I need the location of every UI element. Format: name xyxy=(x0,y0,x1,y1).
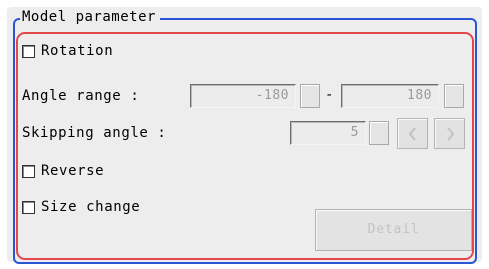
detail-button[interactable]: Detail xyxy=(315,209,472,251)
angle-range-max-spin-button[interactable] xyxy=(444,84,464,108)
angle-range-min-input[interactable]: -180 xyxy=(190,84,296,108)
groupbox-title: Model parameter xyxy=(20,8,160,26)
angle-range-max-input[interactable]: 180 xyxy=(341,84,439,108)
rotation-label: Rotation xyxy=(41,43,114,59)
rotation-checkbox[interactable] xyxy=(22,45,35,58)
skipping-angle-input[interactable]: 5 xyxy=(290,121,366,145)
size-change-label: Size change xyxy=(41,199,141,215)
chevron-left-icon xyxy=(408,127,416,141)
reverse-checkbox[interactable] xyxy=(22,165,35,178)
skipping-angle-spin-button[interactable] xyxy=(369,121,389,145)
reverse-label: Reverse xyxy=(41,163,105,179)
skipping-angle-label: Skipping angle : xyxy=(22,125,167,141)
chevron-right-icon xyxy=(447,127,455,141)
skipping-angle-prev-button[interactable] xyxy=(397,118,428,149)
size-change-checkbox[interactable] xyxy=(22,201,35,214)
angle-range-separator: - xyxy=(325,87,334,103)
angle-range-label: Angle range : xyxy=(22,88,140,104)
angle-range-min-spin-button[interactable] xyxy=(300,84,320,108)
skipping-angle-next-button[interactable] xyxy=(434,118,465,149)
